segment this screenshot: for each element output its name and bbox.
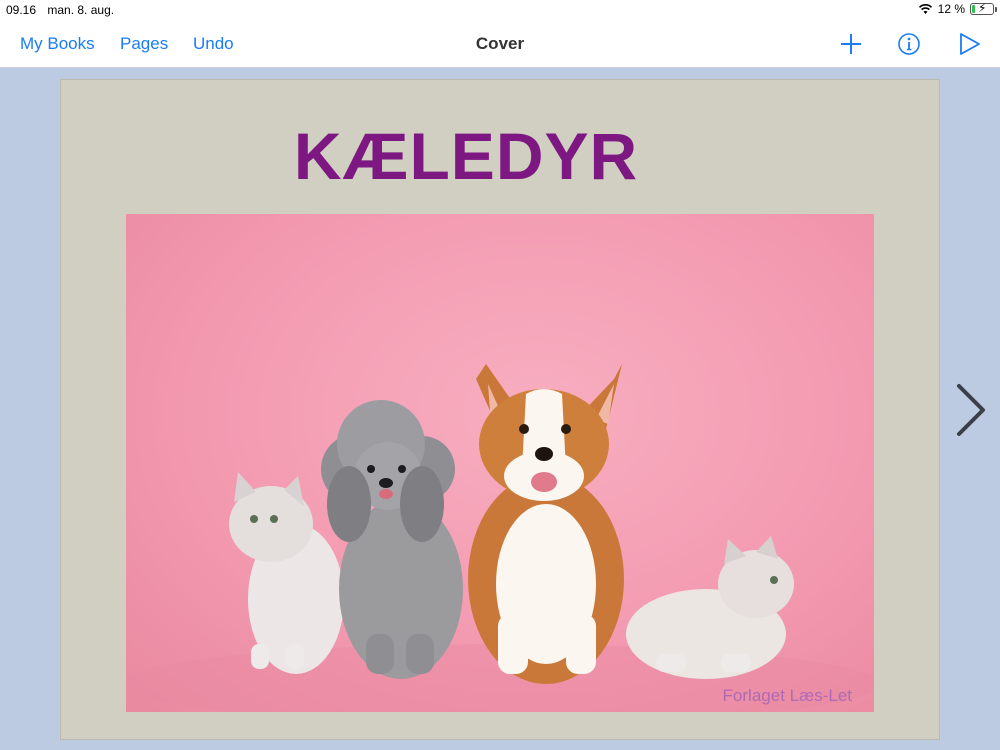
- publisher-label: Forlaget Læs-Let: [722, 686, 852, 705]
- battery-level: [972, 5, 975, 13]
- plus-icon[interactable]: [837, 30, 865, 58]
- play-icon[interactable]: [955, 30, 983, 58]
- poodle-illustration: [321, 400, 463, 679]
- wifi-icon: [918, 4, 932, 14]
- info-icon[interactable]: [895, 30, 923, 58]
- book-title[interactable]: KÆLEDYR: [61, 118, 941, 194]
- pets-illustration: [126, 364, 874, 712]
- cover-photo[interactable]: Forlaget Læs-Let: [126, 214, 874, 712]
- status-date: man. 8. aug.: [47, 3, 115, 17]
- status-bar: 09.16 man. 8. aug. 12 % ⚡: [0, 0, 1000, 20]
- bolt-icon: ⚡: [978, 1, 987, 15]
- cover-page[interactable]: KÆLEDYR Forlaget Læs-Let: [60, 79, 940, 740]
- status-right: 12 % ⚡: [918, 1, 997, 16]
- cat-right-illustration: [626, 536, 794, 679]
- status-time: 09.16: [6, 3, 37, 17]
- battery-charging-icon: ⚡: [970, 1, 997, 15]
- status-left: 09.16 man. 8. aug.: [6, 3, 122, 17]
- chevron-right-icon[interactable]: [952, 380, 992, 440]
- corgi-illustration: [468, 364, 624, 684]
- nav-bar: My Books Pages Undo Cover: [0, 20, 1000, 68]
- battery-percent: 12 %: [937, 2, 965, 16]
- cat-left-illustration: [229, 472, 344, 674]
